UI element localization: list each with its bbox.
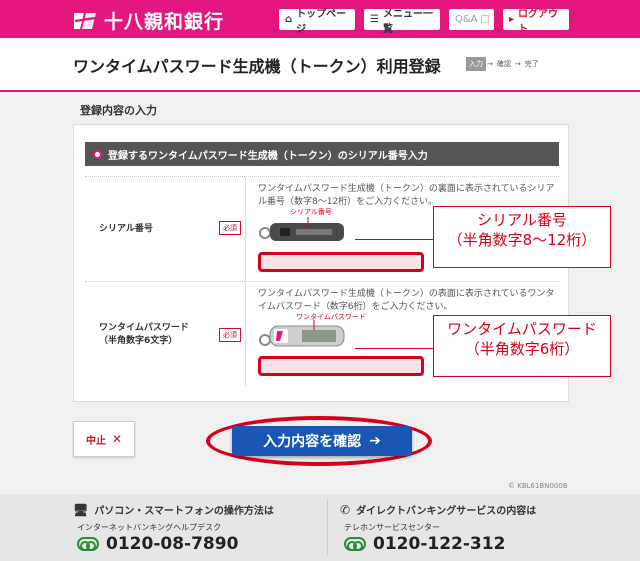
footer-telephone-service: ✆ ダイレクトバンキングサービスの内容は テレホンサービスセンター 0120-1… bbox=[340, 494, 590, 561]
otp-label-line2: （半角数字6文字） bbox=[99, 336, 178, 346]
freedial-icon bbox=[344, 537, 366, 551]
bank-logo[interactable]: 十八親和銀行 bbox=[72, 7, 224, 34]
section-title: 登録内容の入力 bbox=[80, 104, 157, 117]
panel-heading-text: 登録するワンタイムパスワード生成機（トークン）のシリアル番号入力 bbox=[108, 150, 428, 162]
serial-callout-line2: （半角数字8～12桁） bbox=[447, 231, 597, 249]
footer-helpdesk-heading: 🖥 パソコン・スマートフォンの操作方法は bbox=[73, 502, 274, 518]
list-icon: ☰ bbox=[370, 14, 379, 25]
step-confirm: 確認 bbox=[496, 60, 511, 68]
cancel-button[interactable]: 中止 ✕ bbox=[73, 421, 135, 457]
header-bar: 十八親和銀行 ⌂ トップページ ☰ メニュー一覧 Q&A □ ▸ ログアウト bbox=[0, 0, 640, 38]
bank-logo-mark-icon bbox=[72, 10, 98, 32]
required-badge: 必須 bbox=[219, 221, 241, 235]
otp-label: ワンタイムパスワード （半角数字6文字） bbox=[99, 322, 189, 348]
nav-qa-button[interactable]: Q&A □ bbox=[449, 9, 494, 30]
nav-menu-list-label: メニュー一覧 bbox=[382, 8, 433, 35]
step-arrow-icon: → bbox=[514, 60, 521, 68]
page-code: © KBL61BN000B bbox=[508, 482, 568, 490]
page-code-text: KBL61BN000B bbox=[517, 482, 568, 490]
footer-telephone-phone-number: 0120-122-312 bbox=[373, 534, 506, 554]
footer-helpdesk-heading-text: パソコン・スマートフォンの操作方法は bbox=[94, 506, 274, 517]
confirm-input-button[interactable]: 入力内容を確認 ➔ bbox=[232, 426, 412, 456]
computer-icon: 🖥 bbox=[73, 502, 89, 517]
cancel-label: 中止 bbox=[85, 435, 106, 447]
footer-telephone-heading: ✆ ダイレクトバンキングサービスの内容は bbox=[340, 502, 537, 518]
otp-callout-line2: （半角数字6桁） bbox=[464, 340, 580, 358]
callout-connector bbox=[355, 348, 433, 349]
token-back-illustration: シリアル番号 bbox=[258, 208, 348, 243]
footer-helpdesk-phone-number: 0120-08-7890 bbox=[106, 534, 239, 554]
nav-menu-list-button[interactable]: ☰ メニュー一覧 bbox=[364, 9, 440, 35]
nav-top-page-button[interactable]: ⌂ トップページ bbox=[279, 9, 355, 35]
step-input: 入力 bbox=[466, 57, 486, 71]
confirm-label: 入力内容を確認 bbox=[263, 434, 362, 450]
required-badge: 必須 bbox=[219, 328, 241, 342]
phone-icon: ✆ bbox=[340, 502, 351, 517]
otp-label-line1: ワンタイムパスワード bbox=[99, 323, 189, 333]
footer: 🖥 パソコン・スマートフォンの操作方法は インターネットバンキングヘルプデスク … bbox=[0, 494, 640, 561]
footer-helpdesk: 🖥 パソコン・スマートフォンの操作方法は インターネットバンキングヘルプデスク … bbox=[73, 494, 323, 561]
footer-helpdesk-phone[interactable]: 0120-08-7890 bbox=[77, 534, 238, 554]
token-serial-tag: シリアル番号 bbox=[290, 208, 332, 216]
logout-label: ログアウト bbox=[518, 8, 559, 35]
otp-description: ワンタイムパスワード生成機（トークン）の表面に表示されているワンタイムパスワード… bbox=[258, 289, 555, 312]
footer-telephone-phone[interactable]: 0120-122-312 bbox=[344, 534, 505, 554]
serial-callout-line1: シリアル番号 bbox=[477, 211, 567, 229]
step-complete: 完了 bbox=[524, 60, 539, 68]
otp-callout-line1: ワンタイムパスワード bbox=[447, 320, 597, 338]
bank-name: 十八親和銀行 bbox=[104, 11, 225, 33]
chat-bubble-icon: □ bbox=[480, 14, 490, 25]
token-otp-tag: ワンタイムパスワード bbox=[296, 313, 366, 321]
otp-input[interactable] bbox=[258, 356, 424, 376]
circle-bullet-icon bbox=[93, 149, 102, 159]
logout-button[interactable]: ▸ ログアウト bbox=[503, 9, 569, 35]
close-icon: ✕ bbox=[111, 432, 123, 446]
step-arrow-icon: → bbox=[487, 60, 493, 68]
logout-icon: ▸ bbox=[509, 14, 515, 25]
title-bar: ワンタイムパスワード生成機（トークン）利用登録 入力 → 確認 → 完了 bbox=[0, 38, 640, 92]
footer-divider bbox=[327, 500, 328, 555]
copyright-icon: © bbox=[508, 482, 515, 490]
callout-connector bbox=[355, 239, 433, 240]
nav-top-page-label: トップページ bbox=[296, 8, 347, 35]
footer-helpdesk-name: インターネットバンキングヘルプデスク bbox=[77, 523, 222, 532]
serial-callout: シリアル番号 （半角数字8～12桁） bbox=[433, 206, 611, 268]
serial-number-input[interactable] bbox=[258, 252, 424, 272]
nav-qa-label: Q&A bbox=[455, 14, 478, 25]
arrow-right-icon: ➔ bbox=[369, 433, 381, 449]
token-front-illustration: ワンタイムパスワード bbox=[258, 313, 366, 348]
footer-telephone-heading-text: ダイレクトバンキングサービスの内容は bbox=[356, 506, 537, 517]
step-indicator: 入力 → 確認 → 完了 bbox=[466, 57, 542, 71]
otp-callout: ワンタイムパスワード （半角数字6桁） bbox=[433, 315, 611, 377]
footer-telephone-name: テレホンサービスセンター bbox=[344, 523, 440, 532]
freedial-icon bbox=[77, 537, 99, 551]
page-title: ワンタイムパスワード生成機（トークン）利用登録 bbox=[73, 57, 441, 76]
home-icon: ⌂ bbox=[285, 14, 293, 25]
panel-heading: 登録するワンタイムパスワード生成機（トークン）のシリアル番号入力 bbox=[85, 142, 559, 166]
serial-number-label: シリアル番号 bbox=[99, 224, 153, 234]
